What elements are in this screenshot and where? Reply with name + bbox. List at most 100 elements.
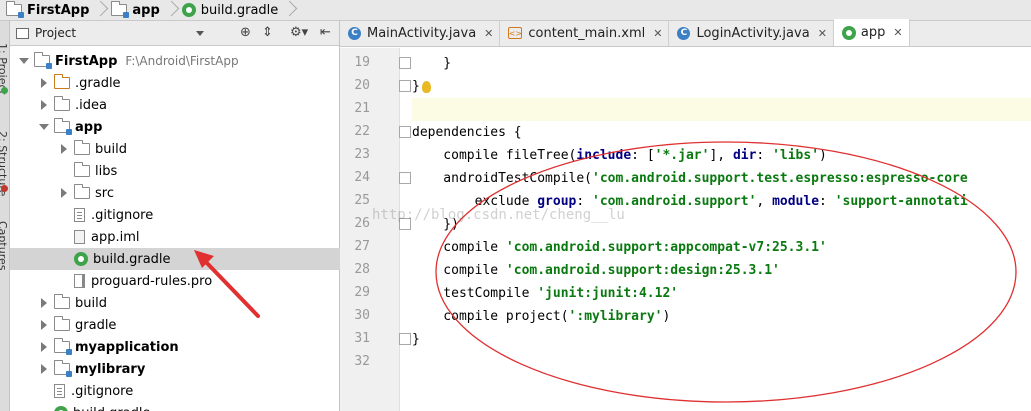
gradle-icon [74, 252, 88, 266]
editor-tab[interactable]: C LoginActivity.java ✕ [669, 20, 834, 46]
line-number: 29 [354, 285, 370, 300]
tree-item[interactable]: gradle [10, 314, 340, 336]
tree-item-label: libs [95, 163, 118, 179]
editor-tab-label: MainActivity.java [367, 25, 477, 41]
tree-item[interactable]: FirstApp F:\Android\FirstApp [10, 50, 340, 72]
tree-item-path: F:\Android\FirstApp [125, 54, 239, 68]
chevron-right-icon[interactable] [38, 292, 50, 314]
line-number: 30 [354, 308, 370, 323]
tree-item[interactable]: .gradle [10, 72, 340, 94]
line-number: 22 [354, 124, 370, 139]
fold-marker-icon[interactable] [399, 172, 411, 184]
collapse-all-icon[interactable]: ⇕ [262, 25, 273, 40]
tree-item[interactable]: build [10, 138, 340, 160]
tree-item[interactable]: build.gradle [10, 402, 340, 411]
chevron-down-icon[interactable] [38, 116, 50, 138]
editor-tabs: C MainActivity.java ✕ <> content_main.xml ✕ C L… [340, 19, 1031, 47]
folder-icon [74, 140, 90, 155]
tree-item[interactable]: libs [10, 160, 340, 182]
close-icon[interactable]: ✕ [653, 27, 662, 40]
project-view-selector[interactable]: Project [16, 26, 205, 40]
close-icon[interactable]: ✕ [893, 26, 902, 39]
editor-tab[interactable]: C MainActivity.java ✕ [340, 20, 501, 46]
chevron-right-icon[interactable] [38, 314, 50, 336]
tree-item[interactable]: build.gradle [10, 248, 340, 270]
tree-item[interactable]: proguard-rules.pro [10, 270, 340, 292]
line-number: 27 [354, 239, 370, 254]
chevron-right-icon [284, 0, 292, 21]
line-number: 32 [354, 354, 370, 369]
gear-icon[interactable]: ⚙▾ [290, 25, 308, 40]
tree-item[interactable]: .idea [10, 94, 340, 116]
module-folder-icon [34, 52, 52, 69]
editor-tab-label: LoginActivity.java [696, 25, 810, 41]
chevron-right-icon[interactable] [58, 182, 70, 204]
lightbulb-icon[interactable] [422, 81, 431, 93]
tool-window-captures[interactable]: Captures [0, 221, 9, 270]
project-view-icon [16, 27, 29, 39]
fold-marker-icon[interactable] [399, 80, 411, 92]
tree-item[interactable]: app.iml [10, 226, 340, 248]
breadcrumb: FirstApp app build.gradle [0, 0, 1031, 21]
project-panel: Project ⊕ ⇕ ⚙▾ ⇤ FirstApp F:\Android\Firs… [10, 21, 340, 411]
line-number: 31 [354, 331, 370, 346]
chevron-right-icon[interactable] [38, 72, 50, 94]
breadcrumb-item-firstapp[interactable]: FirstApp [4, 0, 109, 21]
structure-window-icon [1, 185, 8, 192]
left-tool-strip: 1: Project 2: Structure Captures [0, 21, 10, 411]
chevron-right-icon[interactable] [38, 358, 50, 380]
gradle-icon [181, 3, 196, 17]
module-folder-icon [54, 360, 72, 377]
code-line [412, 98, 1031, 121]
iml-file-icon [74, 230, 85, 244]
tree-item-label: .gitignore [91, 207, 154, 223]
tree-item-label: src [95, 185, 114, 201]
editor-tab[interactable]: app ✕ [833, 19, 910, 46]
tree-item-label: build.gradle [73, 406, 151, 411]
tree-item[interactable]: myapplication [10, 336, 340, 358]
breadcrumb-label: build.gradle [200, 2, 279, 18]
gradle-icon [54, 406, 68, 411]
fold-marker-icon[interactable] [399, 57, 411, 69]
close-icon[interactable]: ✕ [484, 27, 493, 40]
code-line: } [412, 56, 452, 71]
breadcrumb-label: FirstApp [27, 2, 90, 18]
tree-item-label: myapplication [75, 339, 179, 355]
tree-item[interactable]: .gitignore [10, 204, 340, 226]
locate-file-icon[interactable]: ⊕ [240, 25, 251, 40]
line-number: 21 [354, 101, 370, 116]
tree-item-label: app.iml [91, 229, 140, 245]
fold-marker-icon[interactable] [399, 333, 411, 345]
chevron-right-icon[interactable] [58, 138, 70, 160]
hide-panel-icon[interactable]: ⇤ [320, 25, 331, 40]
chevron-right-icon[interactable] [38, 336, 50, 358]
close-icon[interactable]: ✕ [818, 27, 827, 40]
tree-item[interactable]: src [10, 182, 340, 204]
breadcrumb-item-app[interactable]: app [109, 0, 179, 21]
line-number: 24 [354, 170, 370, 185]
chevron-right-icon [166, 0, 174, 21]
fold-marker-icon[interactable] [399, 126, 411, 138]
red-ellipse-annotation [435, 141, 1017, 403]
line-number: 25 [354, 193, 370, 208]
chevron-right-icon[interactable] [38, 94, 50, 116]
folder-icon [54, 294, 70, 309]
editor-tab-label: content_main.xml [528, 25, 646, 41]
editor-tab[interactable]: <> content_main.xml ✕ [500, 20, 670, 46]
file-icon [54, 384, 65, 398]
tree-item[interactable]: mylibrary [10, 358, 340, 380]
tree-item[interactable]: build [10, 292, 340, 314]
breadcrumb-item-build-gradle[interactable]: build.gradle [180, 0, 299, 21]
tree-item-label: mylibrary [75, 361, 146, 377]
module-folder-icon [111, 1, 130, 18]
module-folder-icon [54, 118, 72, 135]
project-panel-toolbar: Project ⊕ ⇕ ⚙▾ ⇤ [10, 21, 339, 46]
line-number: 28 [354, 262, 370, 277]
tree-item[interactable]: app [10, 116, 340, 138]
tree-item[interactable]: .gitignore [10, 380, 340, 402]
folder-icon [74, 162, 90, 177]
chevron-down-icon[interactable] [18, 50, 30, 72]
